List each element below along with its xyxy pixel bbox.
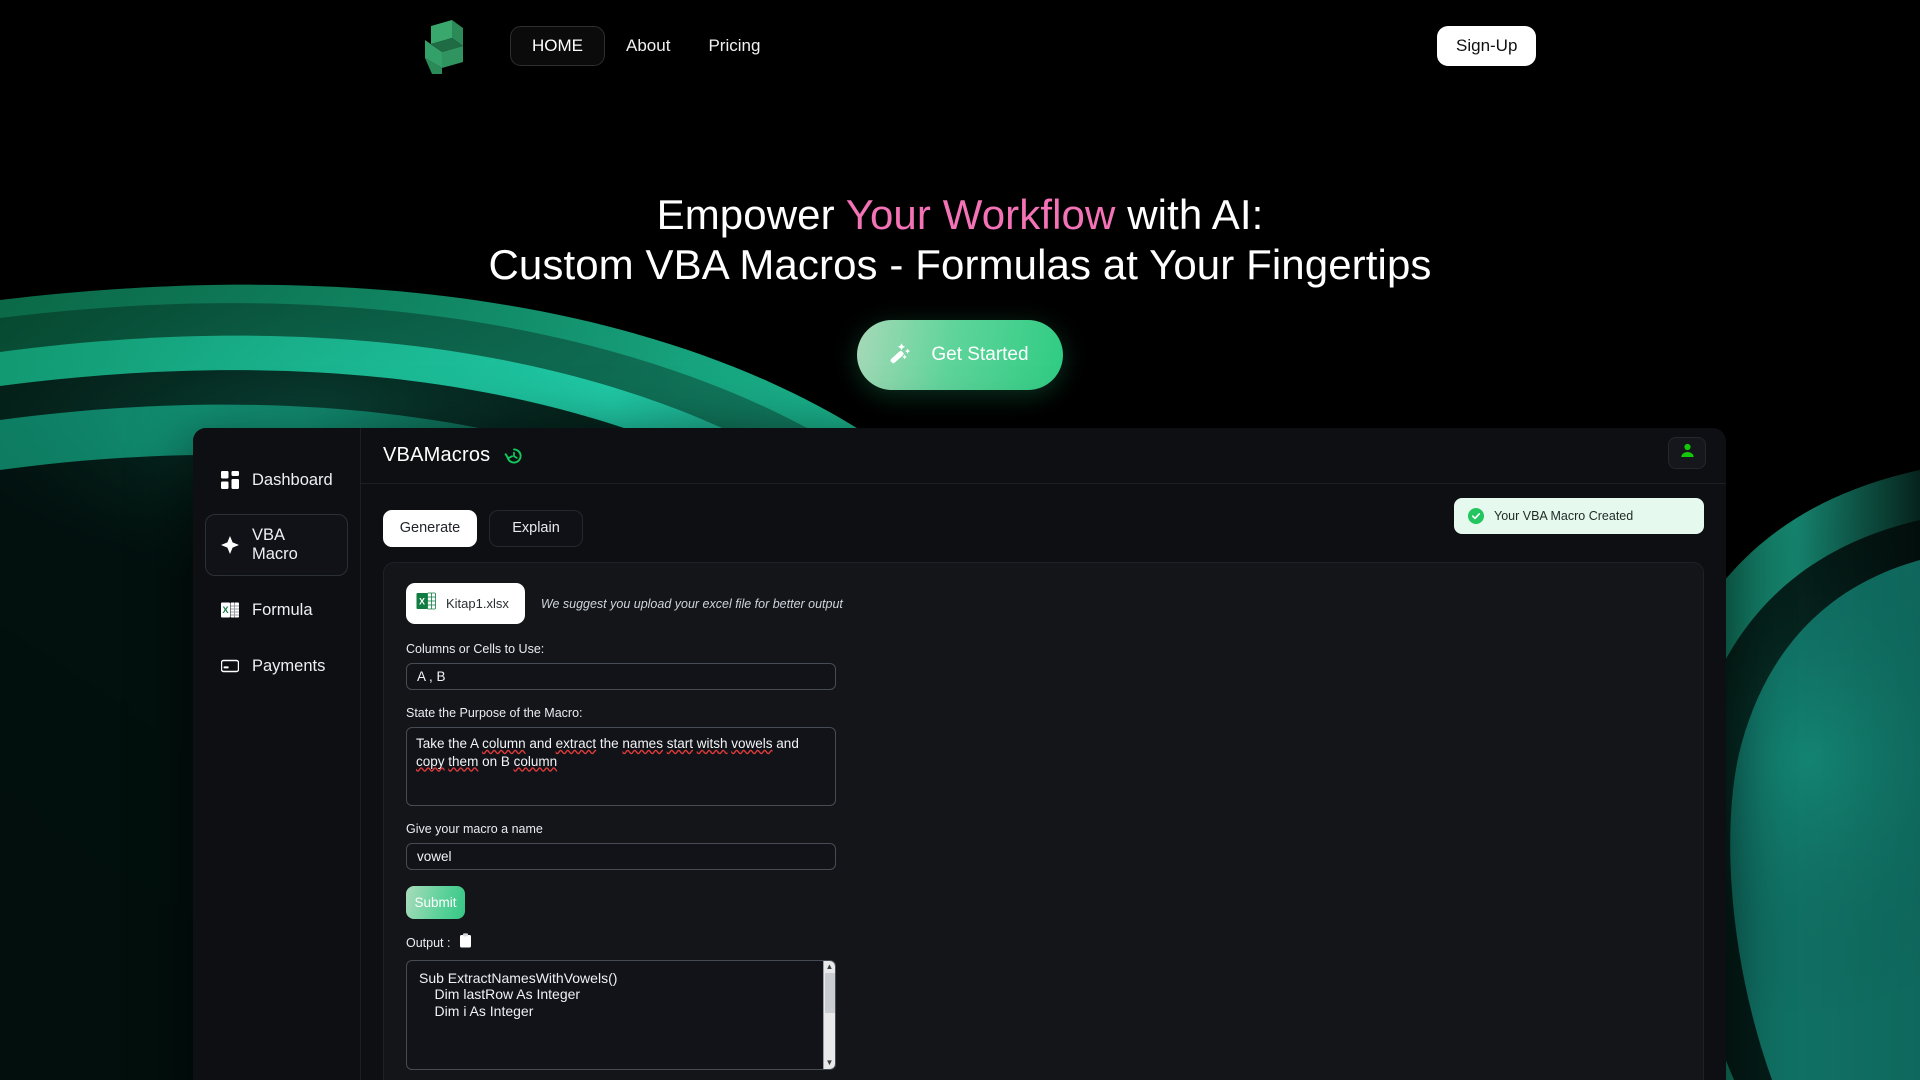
hero-line1-pre: Empower [656,191,846,238]
tab-generate[interactable]: Generate [383,509,477,547]
scrollbar-thumb[interactable] [825,973,835,1013]
clipboard-copy-icon[interactable] [459,933,472,953]
panel-header: VBAMacros [361,428,1726,484]
grid-icon [220,470,240,490]
excel-file-svg: X [416,592,436,610]
output-code-text: Sub ExtractNamesWithVowels() Dim lastRow… [419,970,618,1019]
purpose-label: State the Purpose of the Macro: [406,706,583,720]
hero-line1-post: with AI: [1115,191,1264,238]
check-circle-icon [1468,508,1484,524]
output-label: Output : [406,936,451,950]
app-sidebar: Dashboard VBA Macro X Formula Payments [193,428,361,1080]
excel-icon: X [220,600,240,620]
cta-wrapper: Get Started [0,319,1920,390]
nav-item-home[interactable]: HOME [510,26,605,66]
file-upload-hint: We suggest you upload your excel file fo… [540,596,843,611]
uploaded-file-name: Kitap1.xlsx [446,596,509,611]
macro-name-field-group: Give your macro a name [406,822,1681,870]
hero-line2: Custom VBA Macros - Formulas at Your Fin… [488,240,1432,288]
page-title: VBAMacros [383,444,491,466]
cube-logo-svg [425,20,463,74]
svg-text:X: X [222,605,228,615]
output-row: Output : [406,933,1681,953]
excel-svg: X [221,602,239,618]
app-main: VBAMacros Generate Explain Your VBA Macr… [361,428,1726,1080]
top-navbar: HOME About Pricing Sign-Up [0,0,1920,92]
user-avatar-icon [1679,442,1696,464]
purpose-textarea-shell: Take the A column and extract the names … [406,727,836,806]
get-started-label: Get Started [931,343,1029,365]
page-root: HOME About Pricing Sign-Up Empower Your … [0,0,1920,1080]
clipboard-copy-svg [460,933,472,948]
grid-svg [221,471,239,489]
output-code-box[interactable]: Sub ExtractNamesWithVowels() Dim lastRow… [406,960,836,1070]
get-started-button[interactable]: Get Started [857,319,1063,390]
tab-explain[interactable]: Explain [489,509,583,547]
sidebar-item-payments[interactable]: Payments [205,644,348,688]
purpose-field-group: State the Purpose of the Macro: Take the… [406,706,1681,806]
scroll-down-arrow[interactable]: ▼ [826,1057,834,1069]
sidebar-item-formula[interactable]: X Formula [205,588,348,632]
history-rewind-svg [505,447,522,464]
diamond-sparkle-icon [220,535,240,555]
sidebar-label-vba-macro: VBA Macro [252,526,298,563]
nav-item-about[interactable]: About [609,26,687,66]
hero-section: Empower Your Workflow with AI: Custom VB… [0,190,1920,390]
columns-label: Columns or Cells to Use: [406,642,545,656]
tab-bar: Generate Explain Your VBA Macro Created [361,484,1726,556]
hero-line1-accent: Your Workflow [845,191,1116,238]
nav-links: HOME About Pricing [510,26,777,66]
signup-button[interactable]: Sign-Up [1437,26,1537,66]
uploaded-file-chip[interactable]: X Kitap1.xlsx [406,583,525,624]
sidebar-item-vba-macro[interactable]: VBA Macro [205,514,348,576]
diamond-sparkle-svg [221,536,239,554]
app-panel: Dashboard VBA Macro X Formula Payments V… [193,428,1726,1080]
nav-item-pricing[interactable]: Pricing [691,26,777,66]
hero-heading: Empower Your Workflow with AI: Custom VB… [0,190,1920,290]
columns-input[interactable] [406,663,836,690]
scroll-up-arrow[interactable]: ▲ [826,961,834,973]
check-svg [1471,513,1481,520]
output-scrollbar[interactable]: ▲ ▼ [823,961,835,1069]
user-avatar-button[interactable] [1668,437,1706,469]
macro-name-label: Give your macro a name [406,822,543,836]
purpose-textarea[interactable] [406,727,836,806]
user-avatar-svg [1680,443,1694,457]
sidebar-item-dashboard[interactable]: Dashboard [205,458,348,502]
columns-field-group: Columns or Cells to Use: [406,642,1681,690]
status-toast-text: Your VBA Macro Created [1494,509,1634,523]
sidebar-label-payments: Payments [252,656,326,675]
submit-button[interactable]: Submit [406,886,465,919]
sidebar-label-dashboard: Dashboard [252,470,333,489]
history-rewind-icon[interactable] [504,446,524,466]
credit-card-svg [221,659,239,673]
magic-wand-svg [890,343,911,364]
file-upload-row: X Kitap1.xlsx We suggest you upload your… [406,583,1681,624]
status-toast: Your VBA Macro Created [1454,498,1704,534]
sidebar-label-formula: Formula [252,600,313,619]
magic-wand-icon [887,338,915,372]
excel-file-icon: X [416,591,436,616]
cube-logo-icon[interactable] [414,16,474,78]
generate-form-card: X Kitap1.xlsx We suggest you upload your… [383,562,1704,1080]
macro-name-input[interactable] [406,843,836,870]
svg-text:X: X [419,597,425,607]
credit-card-icon [220,656,240,676]
